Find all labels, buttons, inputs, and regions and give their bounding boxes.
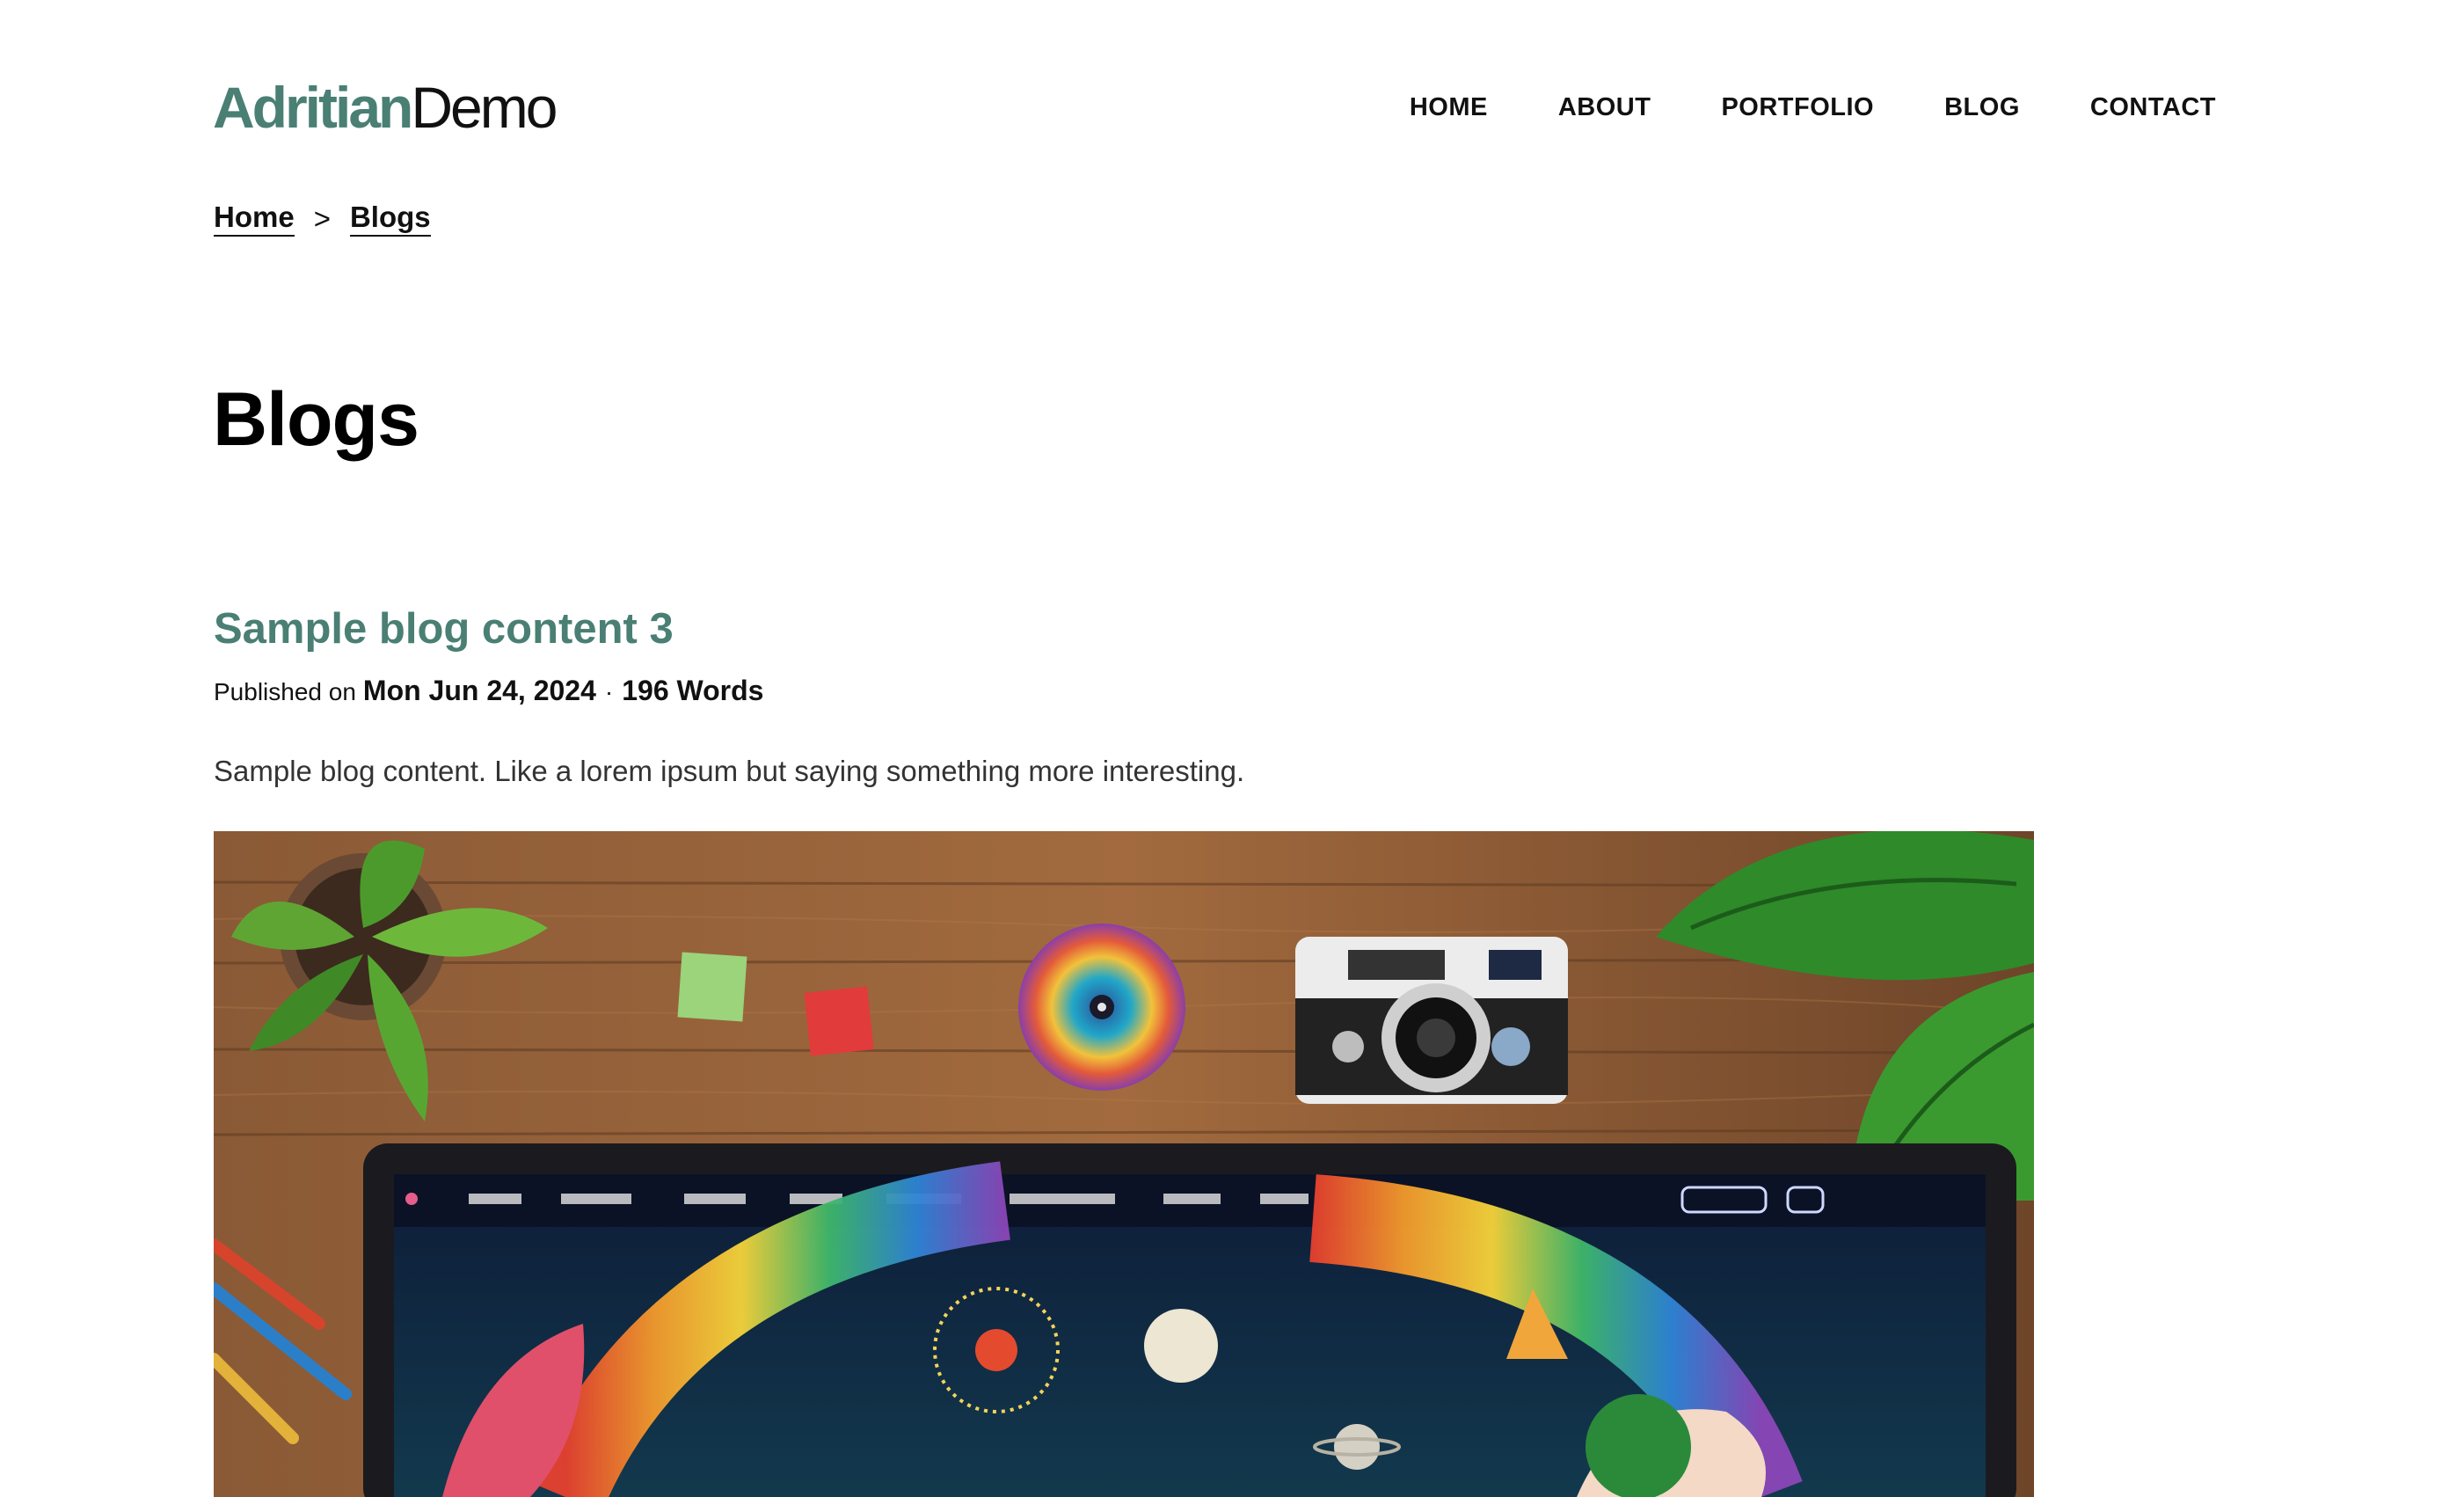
laptop-illustration — [363, 1143, 2016, 1497]
nav-about[interactable]: ABOUT — [1558, 93, 1651, 122]
post-date: Mon Jun 24, 2024 — [362, 674, 596, 706]
blog-post: Sample blog content 3 Published on Mon J… — [214, 603, 2034, 791]
logo-brand: Adritian — [213, 75, 413, 140]
breadcrumb: Home > Blogs — [214, 201, 431, 237]
camera-illustration — [1295, 937, 1568, 1104]
main-nav: HOME ABOUT PORTFOLIO BLOG CONTACT — [1339, 93, 2216, 122]
logo-suffix: Demo — [411, 75, 558, 140]
post-meta-prefix: Published on — [214, 677, 356, 705]
post-featured-image[interactable] — [214, 831, 2034, 1497]
nav-blog[interactable]: BLOG — [1944, 93, 2020, 122]
nav-portfolio[interactable]: PORTFOLIO — [1721, 93, 1874, 122]
page-title: Blogs — [213, 377, 419, 462]
featured-image-illustration — [214, 831, 2034, 1497]
nav-contact[interactable]: CONTACT — [2090, 93, 2216, 122]
post-meta-separator: · — [604, 677, 614, 705]
site-logo[interactable]: Adritian Demo — [213, 75, 558, 140]
post-meta: Published on Mon Jun 24, 2024 · 196 Word… — [214, 675, 2034, 707]
post-title-link[interactable]: Sample blog content 3 — [214, 603, 674, 655]
post-word-count: 196 Words — [622, 674, 764, 706]
breadcrumb-home[interactable]: Home — [214, 201, 295, 237]
post-excerpt: Sample blog content. Like a lorem ipsum … — [214, 754, 1245, 787]
page: Adritian Demo HOME ABOUT PORTFOLIO BLOG C… — [0, 0, 2464, 1497]
site-header: Adritian Demo HOME ABOUT PORTFOLIO BLOG C… — [213, 63, 2216, 151]
breadcrumb-blogs[interactable]: Blogs — [349, 201, 431, 237]
breadcrumb-separator: > — [313, 201, 331, 235]
nav-home[interactable]: HOME — [1410, 93, 1488, 122]
